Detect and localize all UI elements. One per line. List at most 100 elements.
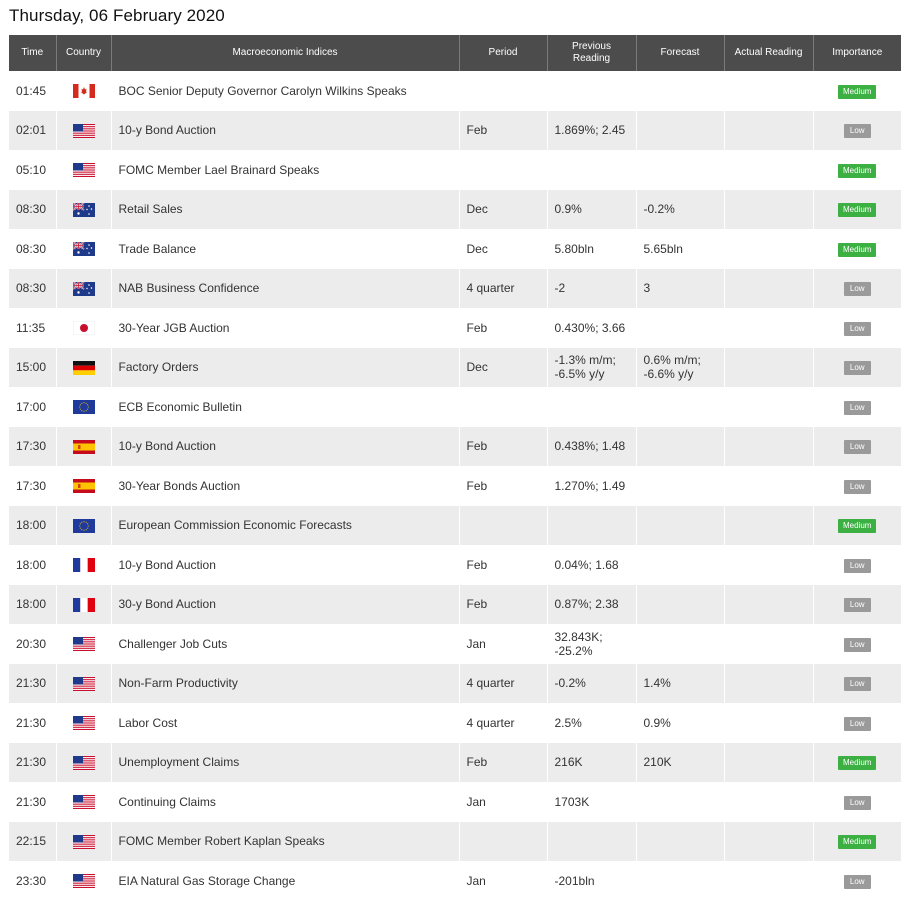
event-name[interactable]: 30-Year Bonds Auction — [110, 466, 459, 506]
event-name[interactable]: NAB Business Confidence — [110, 268, 459, 308]
table-row[interactable]: 21:30 Unemployment Claims Feb 216K 210K Mediu… — [9, 742, 901, 782]
event-name[interactable]: 10-y Bond Auction — [110, 426, 459, 466]
importance-badge: Low — [843, 716, 871, 731]
importance-cell: Medium — [812, 742, 901, 782]
table-row[interactable]: 02:01 10-y Bond Auction Feb 1.869%; 2.45 Low — [9, 110, 901, 150]
event-time: 18:00 — [9, 545, 56, 585]
table-row[interactable]: 23:30 EIA Natural Gas Storage Change Jan -2… — [9, 861, 901, 901]
column-header-country[interactable]: Country — [55, 35, 111, 71]
event-name[interactable]: 30-y Bond Auction — [110, 584, 459, 624]
table-row[interactable]: 17:30 30-Year Bonds Auction Feb 1.270%; 1.4… — [9, 466, 901, 506]
country-cell — [55, 189, 111, 229]
column-header-time[interactable]: Time — [9, 35, 56, 71]
table-row[interactable]: 08:30 Retail Sales Dec 0.9% -0.2% Medium — [9, 189, 901, 229]
country-cell — [55, 861, 111, 901]
event-time: 18:00 — [9, 505, 56, 545]
previous-reading: 32.843K; -25.2% — [546, 624, 636, 664]
event-name[interactable]: Non-Farm Productivity — [110, 663, 459, 703]
event-name[interactable]: ECB Economic Bulletin — [110, 387, 459, 427]
actual-reading — [723, 584, 813, 624]
es-flag-icon — [72, 439, 95, 454]
us-flag-icon — [72, 637, 95, 652]
column-header-previous[interactable]: Previous Reading — [546, 35, 636, 71]
table-row[interactable]: 18:00 European Commission Economic Foreca… — [9, 505, 901, 545]
table-row[interactable]: 08:30 Trade Balance Dec 5.80bln 5.65bln Mediu… — [9, 229, 901, 269]
event-time: 21:30 — [9, 663, 56, 703]
event-time: 17:30 — [9, 426, 56, 466]
table-row[interactable]: 20:30 Challenger Job Cuts Jan 32.843K; -25.… — [9, 624, 901, 664]
event-period: Dec — [458, 347, 547, 387]
event-name[interactable]: Trade Balance — [110, 229, 459, 269]
actual-reading — [723, 505, 813, 545]
event-name[interactable]: Retail Sales — [110, 189, 459, 229]
event-name[interactable]: 30-Year JGB Auction — [110, 308, 459, 348]
country-cell — [55, 624, 111, 664]
actual-reading — [723, 703, 813, 743]
importance-cell: Low — [812, 663, 901, 703]
table-row[interactable]: 21:30 Continuing Claims Jan 1703K Low — [9, 782, 901, 822]
table-row[interactable]: 17:30 10-y Bond Auction Feb 0.438%; 1.48 Low — [9, 426, 901, 466]
column-header-forecast[interactable]: Forecast — [635, 35, 724, 71]
event-name[interactable]: European Commission Economic Forecasts — [110, 505, 459, 545]
us-flag-icon — [72, 874, 95, 889]
au-flag-icon — [72, 281, 95, 296]
event-name[interactable]: EIA Natural Gas Storage Change — [110, 861, 459, 901]
table-row[interactable]: 15:00 Factory Orders Dec -1.3% m/m; -6.5% y… — [9, 347, 901, 387]
event-time: 01:45 — [9, 71, 56, 111]
event-name[interactable]: Labor Cost — [110, 703, 459, 743]
event-period — [458, 821, 547, 861]
country-cell — [55, 110, 111, 150]
table-row[interactable]: 01:45 BOC Senior Deputy Governor Carolyn … — [9, 71, 901, 111]
event-name[interactable]: FOMC Member Lael Brainard Speaks — [110, 150, 459, 190]
event-name[interactable]: Factory Orders — [110, 347, 459, 387]
fr-flag-icon — [72, 597, 95, 612]
table-row[interactable]: 21:30 Non-Farm Productivity 4 quarter -0.2%… — [9, 663, 901, 703]
country-cell — [55, 347, 111, 387]
table-row[interactable]: 08:30 NAB Business Confidence 4 quarter -2 3… — [9, 268, 901, 308]
event-name[interactable]: 10-y Bond Auction — [110, 545, 459, 585]
importance-badge: Medium — [838, 242, 877, 257]
page-title: Thursday, 06 February 2020 — [9, 6, 225, 25]
event-time: 23:30 — [9, 861, 56, 901]
event-name[interactable]: Challenger Job Cuts — [110, 624, 459, 664]
table-row[interactable]: 11:35 30-Year JGB Auction Feb 0.430%; 3.66 L… — [9, 308, 901, 348]
es-flag-icon — [72, 479, 95, 494]
country-cell — [55, 426, 111, 466]
event-name[interactable]: Unemployment Claims — [110, 742, 459, 782]
importance-cell: Low — [812, 703, 901, 743]
event-period: 4 quarter — [458, 663, 547, 703]
us-flag-icon — [72, 123, 95, 138]
event-name[interactable]: BOC Senior Deputy Governor Carolyn Wilki… — [110, 71, 459, 111]
importance-cell: Low — [812, 624, 901, 664]
event-name[interactable]: 10-y Bond Auction — [110, 110, 459, 150]
table-row[interactable]: 18:00 30-y Bond Auction Feb 0.87%; 2.38 Low — [9, 584, 901, 624]
column-header-period[interactable]: Period — [458, 35, 547, 71]
importance-badge: Low — [843, 677, 871, 692]
event-time: 08:30 — [9, 229, 56, 269]
importance-badge: Low — [843, 558, 871, 573]
column-header-actual[interactable]: Actual Reading — [723, 35, 813, 71]
actual-reading — [723, 71, 813, 111]
actual-reading — [723, 782, 813, 822]
importance-cell: Medium — [812, 229, 901, 269]
previous-reading: 216K — [546, 742, 636, 782]
table-row[interactable]: 21:30 Labor Cost 4 quarter 2.5% 0.9% Low — [9, 703, 901, 743]
forecast-value — [635, 584, 724, 624]
forecast-value — [635, 466, 724, 506]
previous-reading — [546, 387, 636, 427]
previous-reading: -0.2% — [546, 663, 636, 703]
table-row[interactable]: 18:00 10-y Bond Auction Feb 0.04%; 1.68 Low — [9, 545, 901, 585]
importance-cell: Low — [812, 782, 901, 822]
event-name[interactable]: FOMC Member Robert Kaplan Speaks — [110, 821, 459, 861]
table-row[interactable]: 17:00 ECB Economic Bulletin Low — [9, 387, 901, 427]
column-header-indices[interactable]: Macroeconomic Indices — [110, 35, 459, 71]
event-name[interactable]: Continuing Claims — [110, 782, 459, 822]
actual-reading — [723, 624, 813, 664]
forecast-value — [635, 782, 724, 822]
table-row[interactable]: 22:15 FOMC Member Robert Kaplan Speaks Med… — [9, 821, 901, 861]
event-time: 15:00 — [9, 347, 56, 387]
column-header-importance[interactable]: Importance — [812, 35, 901, 71]
event-time: 08:30 — [9, 268, 56, 308]
table-row[interactable]: 05:10 FOMC Member Lael Brainard Speaks Med… — [9, 150, 901, 190]
country-cell — [55, 71, 111, 111]
